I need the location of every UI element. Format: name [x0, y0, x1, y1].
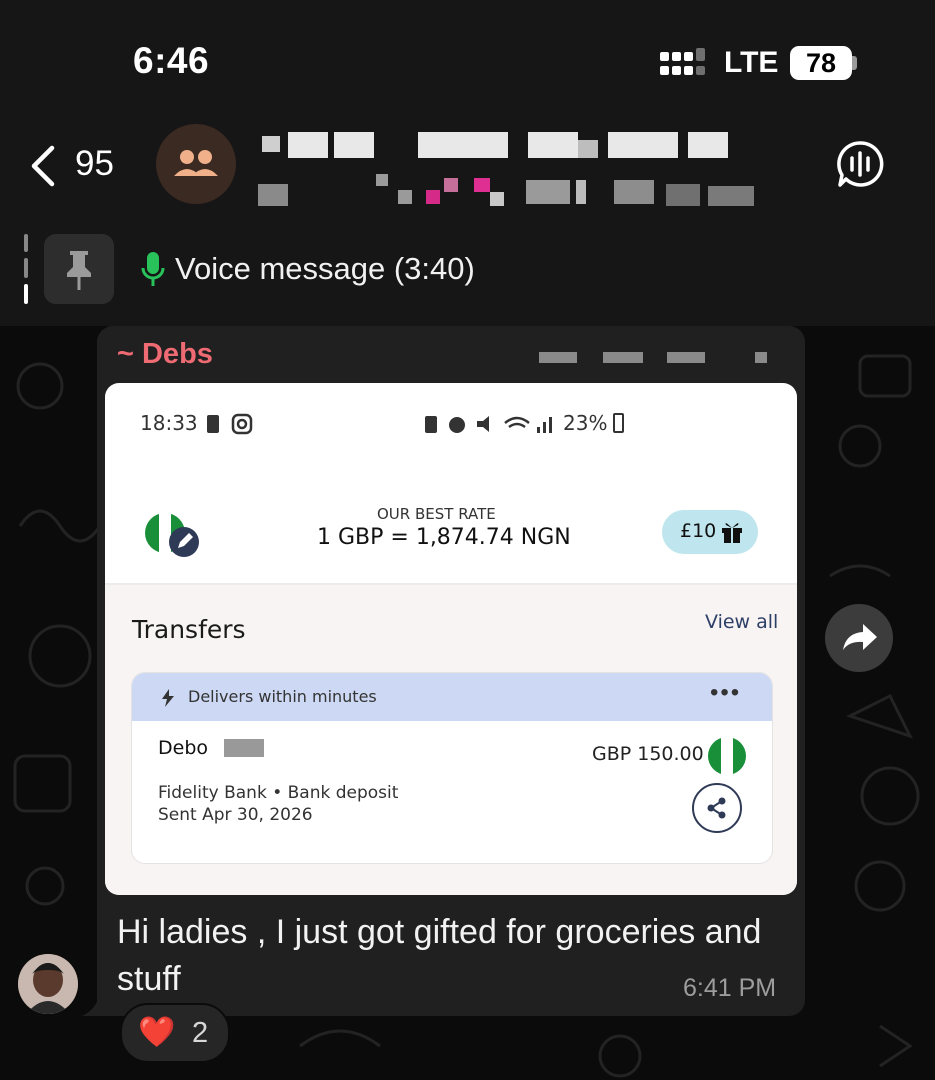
rate-label: OUR BEST RATE [377, 505, 496, 523]
sender-name[interactable]: ~ Debs [117, 338, 213, 371]
more-options-icon[interactable]: ••• [710, 679, 741, 707]
reaction-count: 2 [192, 1017, 209, 1049]
sender-phone-redacted [603, 352, 643, 363]
share-icon [707, 797, 726, 819]
lightning-icon [162, 689, 174, 707]
sender-avatar[interactable] [18, 954, 78, 1014]
battery-level: 78 [790, 46, 852, 80]
heart-icon: ❤️ [138, 1016, 176, 1049]
sender-phone-redacted [539, 352, 577, 363]
unread-count[interactable]: 95 [75, 144, 114, 184]
transfer-amount: GBP 150.00 [592, 743, 704, 765]
delivery-banner: Delivers within minutes [188, 687, 377, 706]
recipient-name: Debo [158, 737, 209, 759]
sent-date: Sent Apr 30, 2026 [158, 805, 313, 825]
network-type: LTE [724, 46, 779, 79]
transfer-card[interactable]: Delivers within minutes ••• Debo GBP 150… [131, 672, 773, 864]
edit-icon[interactable] [169, 527, 199, 557]
nigeria-flag-icon [708, 737, 746, 775]
exchange-rate: 1 GBP = 1,874.74 NGN [317, 525, 571, 550]
chat-area[interactable]: ~ Debs 18:33 23% OUR BEST RATE 1 GBP = 1… [0, 326, 935, 1080]
voice-call-icon[interactable] [836, 140, 884, 188]
recipient-redacted [224, 739, 264, 757]
message-text: Hi ladies , I just got gifted for grocer… [117, 913, 762, 998]
group-name-redacted[interactable] [258, 130, 758, 212]
gift-badge[interactable]: £10 [662, 510, 758, 554]
transfers-title: Transfers [132, 615, 246, 644]
inner-status-time: 18:33 [140, 411, 198, 435]
inner-system-icons [425, 416, 552, 433]
signal-icon [660, 48, 705, 75]
group-avatar[interactable] [156, 124, 236, 204]
pin-indicator [24, 234, 28, 304]
inner-battery: 23% [563, 411, 608, 435]
chat-header: 95 [0, 110, 935, 220]
mic-icon [141, 252, 165, 286]
bank-details: Fidelity Bank • Bank deposit [158, 783, 399, 803]
view-all-link[interactable]: View all [705, 611, 778, 633]
back-chevron-icon[interactable] [28, 144, 58, 188]
pinned-message-bar[interactable]: Voice message (3:40) [0, 220, 935, 326]
sender-phone-redacted [755, 352, 767, 363]
pin-icon-box[interactable] [44, 234, 114, 304]
gift-icon [722, 523, 742, 543]
inner-status-icons [207, 413, 253, 435]
message-bubble[interactable]: ~ Debs 18:33 23% OUR BEST RATE 1 GBP = 1… [97, 326, 805, 1016]
forward-icon [843, 624, 877, 650]
pinned-label: Voice message (3:40) [175, 251, 475, 286]
status-time: 6:46 [133, 40, 210, 81]
message-time: 6:41 PM [683, 974, 777, 1002]
pin-icon [67, 251, 91, 290]
sender-phone-redacted [667, 352, 705, 363]
inner-battery-icon [613, 413, 624, 433]
group-avatar-icon [174, 150, 218, 176]
reaction-pill[interactable]: ❤️ 2 [120, 1003, 230, 1063]
gift-label: £10 [680, 520, 717, 542]
shared-image[interactable]: 18:33 23% OUR BEST RATE 1 GBP = 1,874.74… [105, 383, 797, 895]
forward-button[interactable] [825, 604, 893, 672]
share-button[interactable] [692, 783, 742, 833]
status-bar: 6:46 LTE 78 [0, 0, 935, 110]
battery-cap [852, 56, 857, 70]
